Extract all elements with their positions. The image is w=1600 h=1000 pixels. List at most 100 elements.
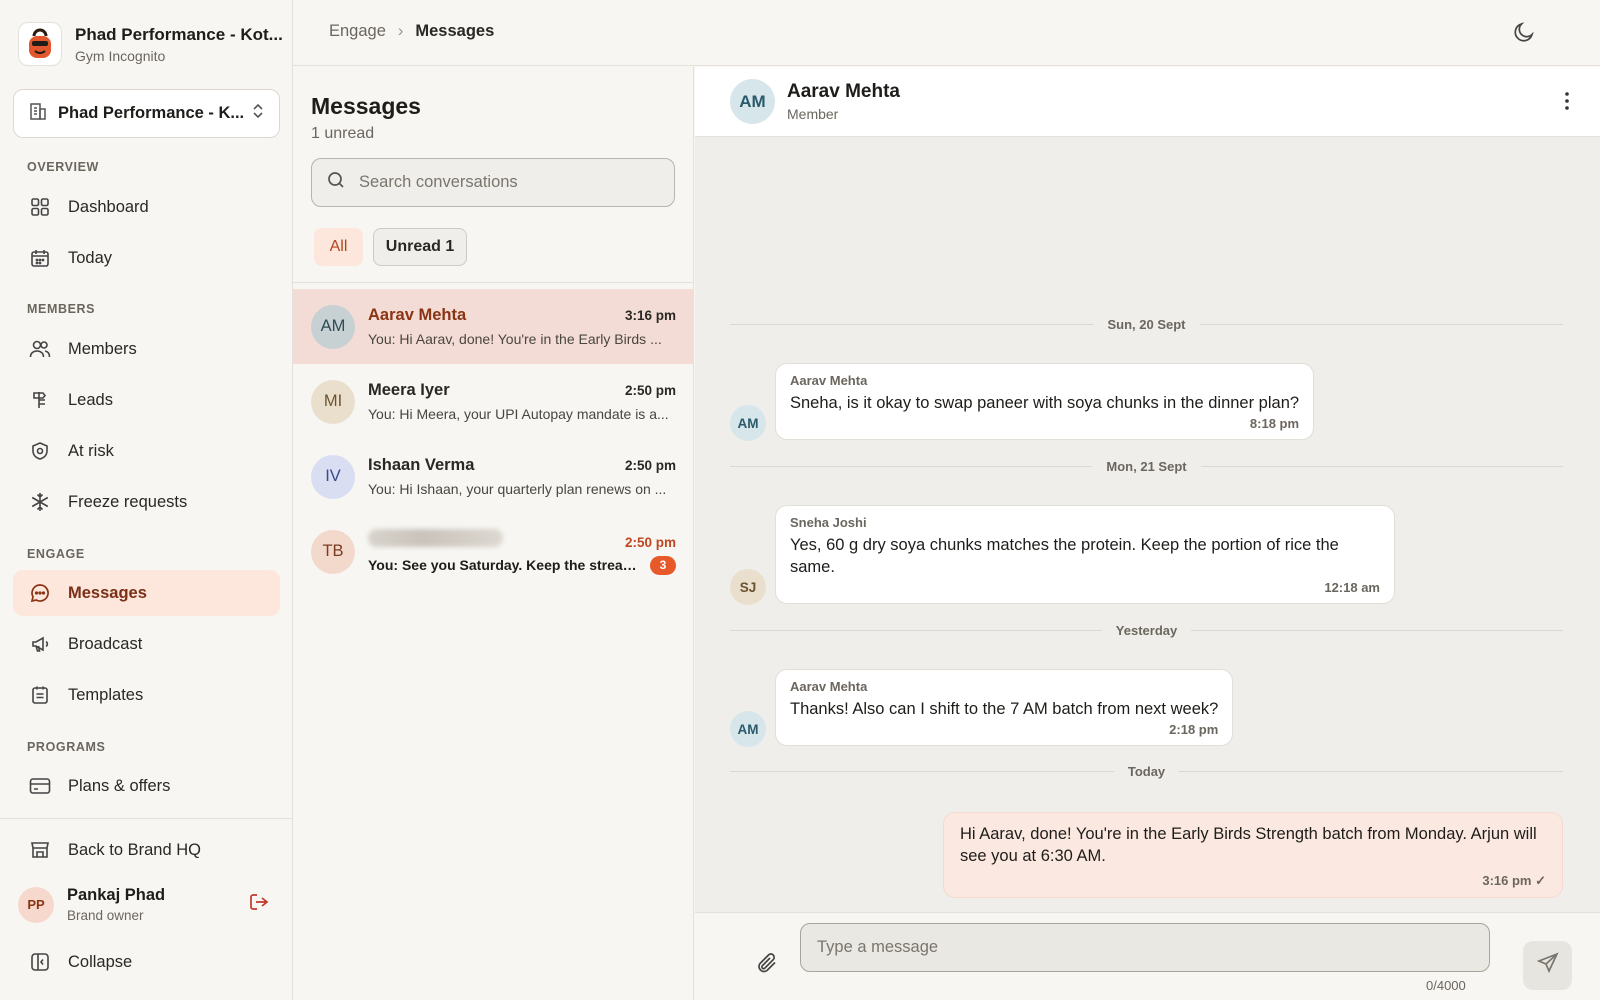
conversation-name-blurred [368, 528, 503, 547]
paperclip-icon[interactable] [755, 951, 779, 980]
message-bubble: Sneha Joshi Yes, 60 g dry soya chunks ma… [775, 505, 1395, 604]
list-divider [293, 282, 694, 283]
message-sender: Aarav Mehta [790, 679, 868, 694]
sidebar-divider [0, 818, 293, 819]
outgoing-message-bubble: Hi Aarav, done! You're in the Early Bird… [943, 812, 1563, 898]
conversation-preview: You: Hi Meera, your UPI Autopay mandate … [368, 406, 669, 422]
breadcrumb: Engage › Messages [329, 22, 494, 41]
message-time: 8:18 pm [1249, 416, 1300, 431]
logout-icon[interactable] [248, 891, 270, 918]
topbar: Engage › Messages [293, 0, 1600, 66]
nav-section-overview: OVERVIEW [27, 160, 99, 174]
sidebar-item-label: Dashboard [68, 197, 149, 216]
date-divider: Sun, 20 Sept [730, 317, 1563, 332]
sidebar-item-dashboard[interactable]: Dashboard [13, 184, 280, 230]
avatar: PP [18, 886, 54, 923]
sidebar-item-label: Today [68, 248, 113, 267]
message-time: 3:16 pm ✓ [1482, 873, 1546, 888]
conversation-preview: You: See you Saturday. Keep the streak..… [368, 557, 638, 573]
conversation-item-aarav[interactable]: AM Aarav Mehta 3:16 pm You: Hi Aarav, don… [293, 289, 694, 364]
nav-section-engage: ENGAGE [27, 547, 85, 561]
conversation-list-panel: Messages 1 unread All Unread 1 AM Aarav … [293, 67, 694, 1000]
sidebar-item-freeze-requests[interactable]: Freeze requests [13, 479, 280, 525]
search-input[interactable] [359, 173, 659, 192]
unread-badge: 3 [650, 555, 676, 575]
brand-name: Phad Performance - Kot... [75, 24, 283, 44]
breadcrumb-engage[interactable]: Engage [329, 22, 386, 41]
grid-icon [29, 196, 51, 218]
page-title: Messages [311, 93, 421, 119]
conversation-time: 2:50 pm [624, 534, 676, 550]
date-divider-label: Mon, 21 Sept [1106, 459, 1187, 474]
sidebar-item-label: Freeze requests [68, 492, 188, 511]
breadcrumb-current: Messages [415, 22, 495, 40]
sidebar-item-templates[interactable]: Templates [13, 672, 280, 718]
snowflake-icon [29, 491, 51, 513]
message-icon [29, 582, 51, 604]
filter-all-chip[interactable]: All [314, 228, 363, 266]
sidebar-item-members[interactable]: Members [13, 326, 280, 372]
chat-header: AM Aarav Mehta Member [695, 67, 1600, 137]
conversation-name: Aarav Mehta [368, 306, 467, 324]
conversation-name: Meera Iyer [368, 381, 450, 399]
date-divider-label: Yesterday [1115, 623, 1178, 638]
building-icon [28, 101, 48, 126]
message-bubble: Aarav Mehta Thanks! Also can I shift to … [775, 669, 1234, 746]
date-divider-label: Today [1127, 764, 1166, 779]
message-text: Sneha, is it okay to swap paneer with so… [790, 394, 1300, 412]
sidebar-item-plans-offers[interactable]: Plans & offers [13, 763, 280, 809]
conversation-item-ishaan[interactable]: IV Ishaan Verma 2:50 pm You: Hi Ishaan, y… [293, 439, 694, 514]
sidebar-item-leads[interactable]: Leads [13, 377, 280, 423]
sidebar-item-at-risk[interactable]: At risk [13, 428, 280, 474]
moon-icon[interactable] [1512, 20, 1536, 49]
user-name: Pankaj Phad [67, 886, 166, 904]
brand-header[interactable]: Phad Performance - Kot... Gym Incognito [18, 22, 283, 66]
message-composer: 0/4000 [695, 912, 1600, 1000]
sidebar-item-today[interactable]: Today [13, 235, 280, 281]
back-to-brand-hq[interactable]: Back to Brand HQ [13, 827, 280, 873]
message-text: Yes, 60 g dry soya chunks matches the pr… [790, 536, 1339, 576]
conversation-time: 3:16 pm [624, 308, 676, 323]
avatar: TB [311, 529, 355, 574]
collapse-button[interactable]: Collapse [13, 939, 280, 985]
chat-pane: AM Aarav Mehta Member Sun, 20 Sept AM Aa… [695, 67, 1600, 1000]
search-box [311, 158, 675, 207]
conversation-preview: You: Hi Aarav, done! You're in the Early… [368, 331, 662, 347]
sidebar-item-label: Messages [68, 583, 147, 602]
calendar-list-icon [29, 684, 51, 706]
location-select-label: Phad Performance - K... [58, 104, 245, 122]
date-divider: Mon, 21 Sept [730, 459, 1563, 474]
collapse-label: Collapse [68, 952, 133, 971]
message-text: Hi Aarav, done! You're in the Early Bird… [960, 825, 1537, 865]
sidebar-item-label: Broadcast [68, 634, 143, 653]
brand-logo [18, 22, 62, 66]
filter-unread-chip[interactable]: Unread 1 [373, 228, 467, 266]
sidebar-item-broadcast[interactable]: Broadcast [13, 621, 280, 667]
send-button[interactable] [1523, 941, 1572, 990]
send-icon [1536, 952, 1559, 979]
more-options-icon[interactable] [1564, 91, 1570, 116]
sidebar-item-messages[interactable]: Messages [13, 570, 280, 616]
message-bubble: Aarav Mehta Sneha, is it okay to swap pa… [775, 363, 1315, 440]
conversation-item-meera[interactable]: MI Meera Iyer 2:50 pm You: Hi Meera, your… [293, 364, 694, 439]
sidebar-item-label: Members [68, 339, 137, 358]
message-text: Thanks! Also can I shift to the 7 AM bat… [790, 700, 1219, 718]
message-time: 12:18 am [1324, 580, 1380, 595]
message-input[interactable] [800, 923, 1490, 972]
sidebar-collapse-icon [29, 951, 51, 973]
chat-contact-name: Aarav Mehta [787, 81, 900, 102]
date-divider: Yesterday [730, 623, 1563, 638]
nav-section-programs: PROGRAMS [27, 740, 106, 754]
avatar: SJ [730, 569, 766, 605]
user-profile: PP Pankaj Phad Brand owner [18, 886, 280, 923]
message-sender: Sneha Joshi [790, 515, 867, 530]
avatar: AM [730, 79, 775, 124]
conversation-item-tb[interactable]: TB 2:50 pm You: See you Saturday. Keep t… [293, 514, 694, 589]
avatar: IV [311, 454, 355, 499]
location-select[interactable]: Phad Performance - K... [13, 89, 280, 138]
sidebar-item-label: Plans & offers [68, 776, 171, 795]
conversation-preview: You: Hi Ishaan, your quarterly plan rene… [368, 481, 667, 497]
store-icon [29, 839, 51, 861]
back-to-brand-hq-label: Back to Brand HQ [68, 840, 201, 859]
user-role: Brand owner [67, 908, 144, 923]
